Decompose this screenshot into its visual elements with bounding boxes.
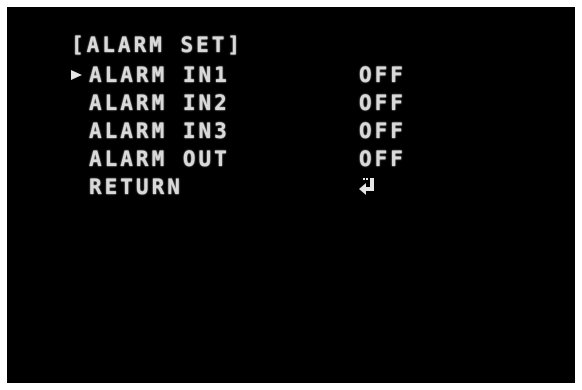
enter-return-icon[interactable]	[358, 177, 378, 197]
menu-item-value[interactable]: OFF	[359, 61, 406, 89]
alarm-set-menu: [ALARM SET] ALARM IN1 OFF ALARM IN2 OFF …	[7, 7, 575, 383]
menu-item-label: ALARM OUT	[89, 147, 230, 171]
menu-item-label: ALARM IN3	[89, 119, 230, 143]
menu-item-alarm-in1[interactable]: ALARM IN1 OFF	[71, 61, 491, 89]
menu-title: [ALARM SET]	[71, 33, 244, 57]
menu-item-alarm-in2[interactable]: ALARM IN2 OFF	[71, 89, 491, 117]
menu-item-value[interactable]: OFF	[359, 89, 406, 117]
menu-item-alarm-in3[interactable]: ALARM IN3 OFF	[71, 117, 491, 145]
menu-item-value[interactable]: OFF	[359, 117, 406, 145]
menu-item-label: ALARM IN2	[89, 91, 230, 115]
menu-item-label: RETURN	[89, 175, 183, 199]
osd-screen: [ALARM SET] ALARM IN1 OFF ALARM IN2 OFF …	[7, 7, 575, 383]
menu-item-alarm-out[interactable]: ALARM OUT OFF	[71, 145, 491, 173]
selection-cursor-icon	[71, 70, 82, 80]
menu-item-value[interactable]: OFF	[359, 145, 406, 173]
menu-item-label: ALARM IN1	[89, 63, 230, 87]
menu-item-return[interactable]: RETURN	[71, 173, 491, 201]
